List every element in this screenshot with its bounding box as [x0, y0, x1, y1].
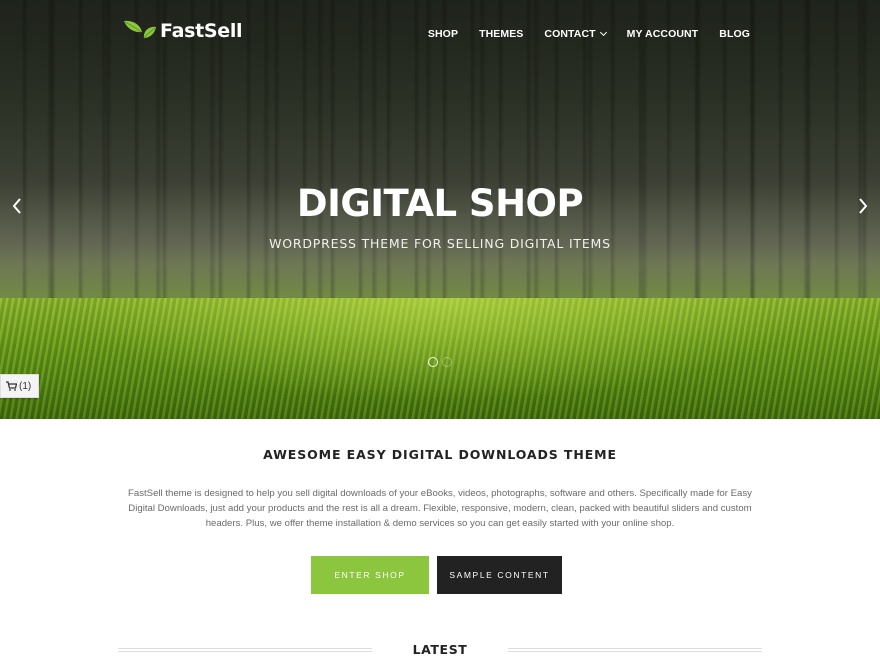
slider-dot-1[interactable] [428, 357, 438, 367]
nav-item-themes[interactable]: THEMES [479, 28, 523, 40]
slider-next-button[interactable] [852, 196, 872, 216]
enter-shop-button[interactable]: ENTER SHOP [311, 556, 429, 594]
leaf-icon [124, 20, 156, 39]
chevron-left-icon [12, 198, 21, 214]
slider-prev-button[interactable] [8, 196, 28, 216]
divider-left [118, 648, 372, 652]
chevron-down-icon [599, 28, 607, 37]
sample-content-button[interactable]: SAMPLE CONTENT [437, 556, 562, 594]
cart-button[interactable]: (1) [0, 374, 39, 398]
hero-slider: FastSell SHOP THEMES CONTACT MY ACCOUNT … [0, 0, 880, 419]
site-logo[interactable]: FastSell [122, 18, 243, 44]
nav-item-contact[interactable]: CONTACT [544, 28, 607, 40]
logo-text: FastSell [160, 20, 243, 42]
intro-description: FastSell theme is designed to help you s… [128, 488, 752, 529]
intro-title: AWESOME EASY DIGITAL DOWNLOADS THEME [263, 447, 617, 462]
slider-pagination [428, 357, 452, 367]
hero-subtitle: WORDPRESS THEME FOR SELLING DIGITAL ITEM… [269, 236, 611, 251]
nav-item-my-account[interactable]: MY ACCOUNT [627, 28, 699, 40]
slider-dot-2[interactable] [442, 357, 452, 367]
nav-item-shop[interactable]: SHOP [428, 28, 458, 40]
hero-title: DIGITAL SHOP [296, 182, 584, 225]
cart-count: (1) [19, 380, 32, 392]
latest-products-title: LATEST PRODUCTS [399, 642, 480, 660]
main-nav: SHOP THEMES CONTACT MY ACCOUNT BLOG [407, 28, 750, 40]
chevron-right-icon [859, 198, 868, 214]
divider-right [508, 648, 762, 652]
shopping-cart-icon [6, 381, 17, 391]
nav-item-blog[interactable]: BLOG [719, 28, 750, 40]
